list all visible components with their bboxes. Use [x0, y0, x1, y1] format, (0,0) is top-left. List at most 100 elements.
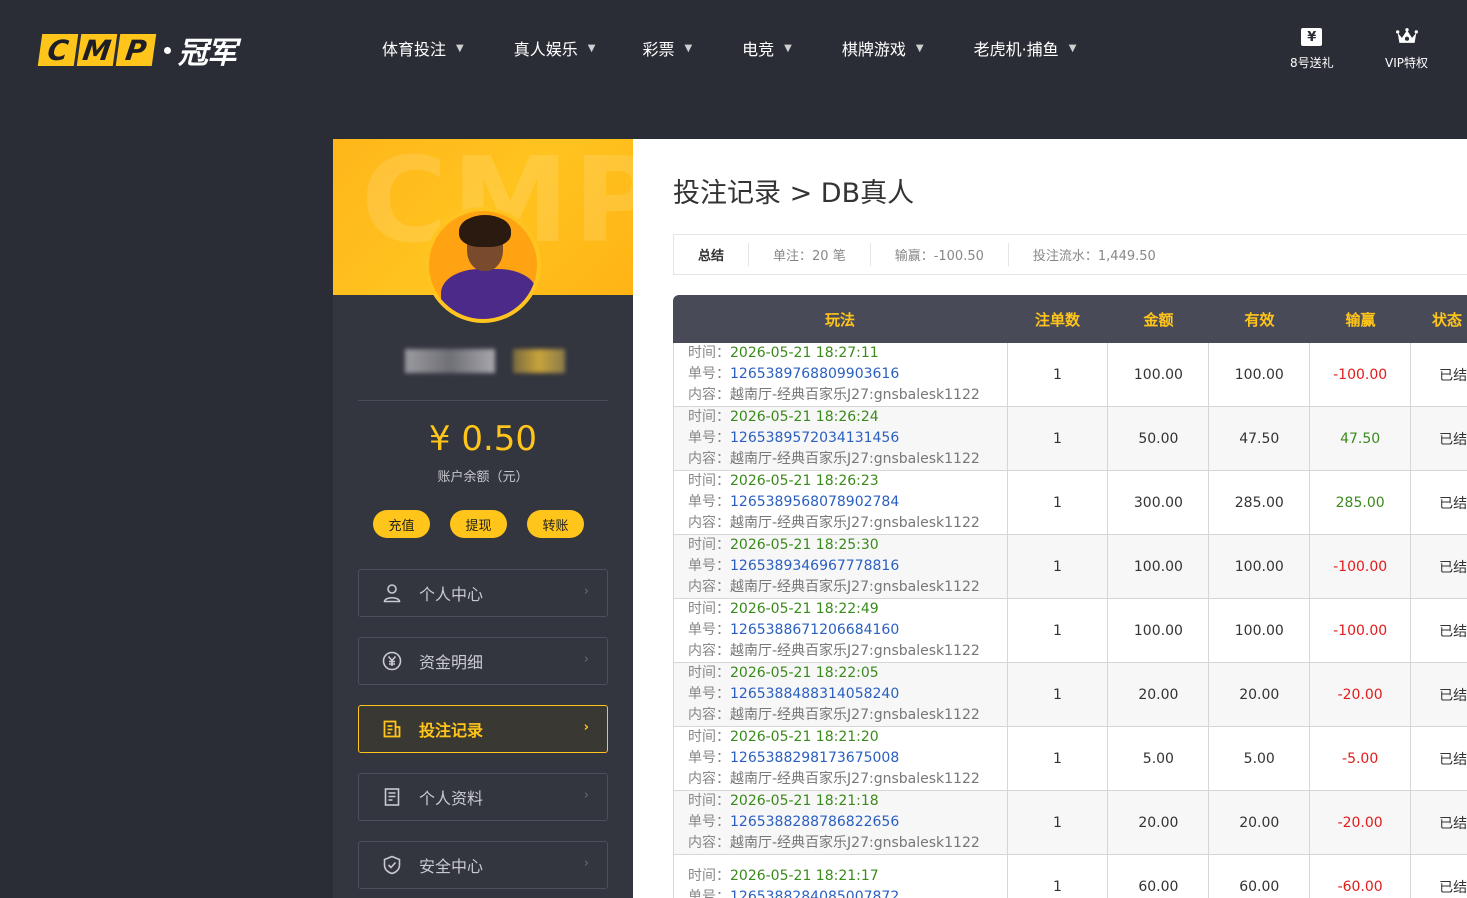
win-loss-cell: -20.00	[1310, 791, 1412, 854]
bet-order-no[interactable]: 1265389568078902784	[730, 494, 899, 510]
content-label: 内容：	[688, 835, 730, 851]
summary-win-loss: 输赢：-100.50	[871, 243, 1009, 266]
menu-item-bet-records[interactable]: 投注记录 ›	[358, 705, 608, 753]
nav-slots-fishing[interactable]: 老虎机·捕鱼 ▼	[974, 36, 1077, 60]
table-row: 时间：2026-05-21 18:27:11 单号：12653897688099…	[673, 343, 1467, 407]
nav-label: 体育投注	[382, 40, 447, 59]
bet-count-cell: 1	[1008, 855, 1109, 898]
main-nav: 体育投注 ▼ 真人娱乐 ▼ 彩票 ▼ 电竞 ▼ 棋牌游戏 ▼ 老虎机·捕鱼 ▼	[382, 36, 1126, 60]
bet-time-line: 时间：2026-05-21 18:22:49	[688, 599, 879, 620]
menu-label: 安全中心	[419, 857, 484, 876]
menu-label: 个人资料	[419, 789, 484, 808]
order-no-label: 单号：	[688, 888, 730, 898]
bet-amount-cell: 20.00	[1108, 791, 1210, 854]
valid-amount-cell: 100.00	[1209, 599, 1311, 662]
bet-time: 2026-05-21 18:22:49	[730, 601, 879, 617]
avatar[interactable]	[425, 207, 541, 323]
bet-time: 2026-05-21 18:21:17	[730, 867, 879, 884]
bet-content-line: 内容：越南厅-经典百家乐J27:gnsbalesk1122	[688, 513, 980, 534]
bet-time-line: 时间：2026-05-21 18:25:30	[688, 535, 879, 556]
win-loss-cell: -20.00	[1310, 663, 1412, 726]
bet-count-cell: 1	[1008, 343, 1109, 406]
vip-button[interactable]: VIP特权	[1385, 26, 1428, 71]
bet-time: 2026-05-21 18:25:30	[730, 537, 879, 553]
bet-time: 2026-05-21 18:21:18	[730, 793, 879, 809]
chevron-down-icon: ▼	[1068, 42, 1077, 54]
column-header-bet-count: 注单数	[1034, 310, 1080, 329]
withdraw-button[interactable]: 提现	[450, 510, 507, 538]
menu-item-security[interactable]: 安全中心 ›	[358, 841, 608, 889]
time-label: 时间：	[688, 665, 730, 681]
bet-order-no[interactable]: 1265388488314058240	[730, 686, 899, 702]
nav-card-games[interactable]: 棋牌游戏 ▼	[842, 36, 924, 60]
menu-label: 资金明细	[419, 653, 484, 672]
bet-content: 越南厅-经典百家乐J27:gnsbalesk1122	[730, 579, 980, 595]
bet-order-no[interactable]: 1265388298173675008	[730, 750, 899, 766]
order-no-label: 单号：	[688, 750, 730, 766]
column-header-amount: 金额	[1143, 310, 1174, 329]
bet-time: 2026-05-21 18:22:05	[730, 665, 879, 681]
nav-label: 电竞	[742, 40, 775, 59]
nav-sports[interactable]: 体育投注 ▼	[382, 36, 464, 60]
bet-records-table: 玩法 注单数 金额 有效 输赢 状态 时间：2026-05-21 18:27:1…	[673, 295, 1467, 898]
bet-order-no[interactable]: 1265388288786822656	[730, 814, 899, 830]
summary-label: 总结	[674, 243, 750, 266]
nav-live-casino[interactable]: 真人娱乐 ▼	[514, 36, 596, 60]
nav-esports[interactable]: 电竞 ▼	[742, 36, 792, 60]
bet-content: 越南厅-经典百家乐J27:gnsbalesk1122	[730, 643, 980, 659]
menu-item-personal-center[interactable]: 个人中心 ›	[358, 569, 608, 617]
balance-label: 账户余额（元）	[437, 470, 529, 485]
nav-label: 彩票	[642, 40, 675, 59]
bet-order-no[interactable]: 1265389768809903616	[730, 366, 899, 382]
bet-time: 2026-05-21 18:27:11	[730, 345, 879, 361]
bet-content-line: 内容：越南厅-经典百家乐J27:gnsbalesk1122	[688, 769, 980, 790]
site-logo[interactable]: C M P 冠军	[37, 33, 237, 71]
menu-item-fund-details[interactable]: 资金明细 ›	[358, 637, 608, 685]
order-no-label: 单号：	[688, 686, 730, 702]
status-cell: 已结	[1439, 367, 1467, 384]
chevron-down-icon: ▼	[784, 42, 792, 54]
bet-order-no[interactable]: 1265389572034131456	[730, 430, 899, 446]
time-label: 时间：	[688, 473, 730, 489]
bet-no-line: 单号：1265389346967778816	[688, 556, 899, 577]
table-row: 时间：2026-05-21 18:21:17 单号：12653882840850…	[673, 855, 1467, 898]
bet-record-icon	[381, 718, 403, 740]
table-row: 时间：2026-05-21 18:26:23 单号：12653895680789…	[673, 471, 1467, 535]
bet-detail-cell: 时间：2026-05-21 18:21:20 单号：12653882981736…	[674, 727, 1008, 790]
gift-button[interactable]: ¥ 8号送礼	[1290, 26, 1334, 71]
bet-content-line: 内容：越南厅-经典百家乐J27:gnsbalesk1122	[688, 385, 980, 406]
bet-count-cell: 1	[1008, 663, 1109, 726]
chevron-right-icon: ›	[583, 652, 589, 667]
menu-item-profile[interactable]: 个人资料 ›	[358, 773, 608, 821]
transfer-button[interactable]: 转账	[527, 510, 584, 538]
bet-order-no[interactable]: 1265388671206684160	[730, 622, 899, 638]
time-label: 时间：	[688, 409, 730, 425]
table-body: 时间：2026-05-21 18:27:11 单号：12653897688099…	[673, 343, 1467, 898]
bet-summary: 总结 单注：20 笔 输赢：-100.50 投注流水：1,449.50	[673, 234, 1467, 275]
bet-order-no[interactable]: 1265388284085007872	[730, 889, 899, 898]
valid-amount-cell: 20.00	[1209, 791, 1311, 854]
bet-time: 2026-05-21 18:26:24	[730, 409, 879, 425]
nav-lottery[interactable]: 彩票 ▼	[642, 36, 692, 60]
vip-label: VIP特权	[1385, 56, 1428, 70]
nav-label: 棋牌游戏	[841, 40, 906, 59]
ticket-icon: ¥	[1301, 26, 1323, 48]
bet-content: 越南厅-经典百家乐J27:gnsbalesk1122	[730, 771, 980, 787]
bet-time-line: 时间：2026-05-21 18:26:24	[688, 407, 879, 428]
order-no-label: 单号：	[688, 558, 730, 574]
status-cell: 已结	[1439, 431, 1467, 448]
time-label: 时间：	[688, 793, 730, 809]
bet-content-line: 内容：越南厅-经典百家乐J27:gnsbalesk1122	[688, 577, 980, 598]
wallet-actions: 充值 提现 转账	[373, 510, 584, 538]
deposit-button[interactable]: 充值	[373, 510, 430, 538]
column-header-game: 玩法	[824, 310, 855, 329]
table-row: 时间：2026-05-21 18:26:24 单号：12653895720341…	[673, 407, 1467, 471]
time-label: 时间：	[688, 345, 730, 361]
profile-doc-icon	[381, 786, 403, 808]
bet-time-line: 时间：2026-05-21 18:26:23	[688, 471, 879, 492]
bet-order-no[interactable]: 1265389346967778816	[730, 558, 899, 574]
bet-content: 越南厅-经典百家乐J27:gnsbalesk1122	[730, 387, 980, 403]
content-label: 内容：	[688, 515, 730, 531]
order-no-label: 单号：	[688, 366, 730, 382]
summary-count: 单注：20 笔	[749, 243, 871, 266]
